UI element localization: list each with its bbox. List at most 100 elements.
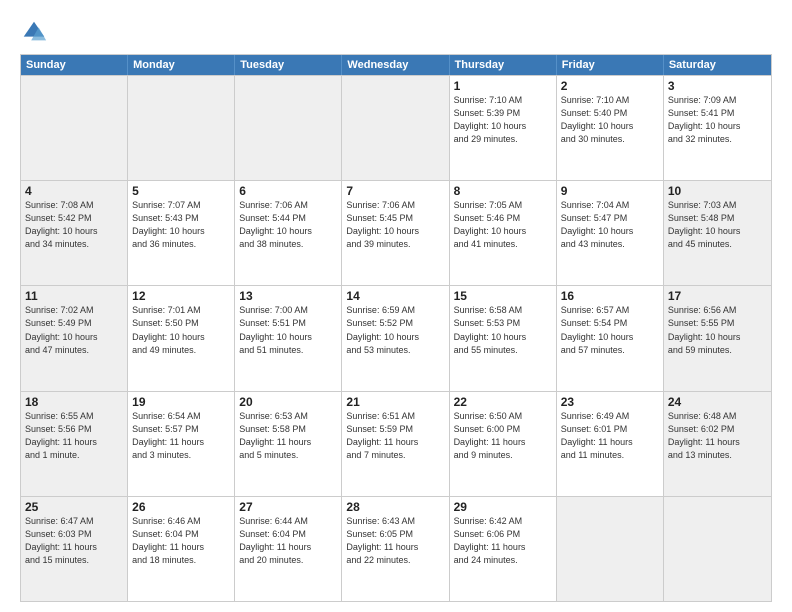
calendar-cell: 26Sunrise: 6:46 AM Sunset: 6:04 PM Dayli…: [128, 497, 235, 601]
day-number: 7: [346, 184, 444, 198]
day-info: Sunrise: 6:46 AM Sunset: 6:04 PM Dayligh…: [132, 515, 230, 567]
weekday-header-saturday: Saturday: [664, 55, 771, 75]
weekday-header-friday: Friday: [557, 55, 664, 75]
calendar-cell: 8Sunrise: 7:05 AM Sunset: 5:46 PM Daylig…: [450, 181, 557, 285]
calendar-cell: 20Sunrise: 6:53 AM Sunset: 5:58 PM Dayli…: [235, 392, 342, 496]
calendar-cell: 7Sunrise: 7:06 AM Sunset: 5:45 PM Daylig…: [342, 181, 449, 285]
day-info: Sunrise: 6:53 AM Sunset: 5:58 PM Dayligh…: [239, 410, 337, 462]
day-number: 28: [346, 500, 444, 514]
calendar-cell: 1Sunrise: 7:10 AM Sunset: 5:39 PM Daylig…: [450, 76, 557, 180]
day-number: 21: [346, 395, 444, 409]
day-number: 1: [454, 79, 552, 93]
day-info: Sunrise: 6:48 AM Sunset: 6:02 PM Dayligh…: [668, 410, 767, 462]
day-info: Sunrise: 7:00 AM Sunset: 5:51 PM Dayligh…: [239, 304, 337, 356]
calendar-cell: 21Sunrise: 6:51 AM Sunset: 5:59 PM Dayli…: [342, 392, 449, 496]
calendar-cell: 3Sunrise: 7:09 AM Sunset: 5:41 PM Daylig…: [664, 76, 771, 180]
day-number: 16: [561, 289, 659, 303]
day-info: Sunrise: 7:08 AM Sunset: 5:42 PM Dayligh…: [25, 199, 123, 251]
day-number: 18: [25, 395, 123, 409]
day-info: Sunrise: 6:55 AM Sunset: 5:56 PM Dayligh…: [25, 410, 123, 462]
page: SundayMondayTuesdayWednesdayThursdayFrid…: [0, 0, 792, 612]
day-info: Sunrise: 7:06 AM Sunset: 5:45 PM Dayligh…: [346, 199, 444, 251]
calendar-cell: 4Sunrise: 7:08 AM Sunset: 5:42 PM Daylig…: [21, 181, 128, 285]
day-info: Sunrise: 7:10 AM Sunset: 5:39 PM Dayligh…: [454, 94, 552, 146]
day-info: Sunrise: 6:51 AM Sunset: 5:59 PM Dayligh…: [346, 410, 444, 462]
day-info: Sunrise: 6:49 AM Sunset: 6:01 PM Dayligh…: [561, 410, 659, 462]
calendar-cell: 28Sunrise: 6:43 AM Sunset: 6:05 PM Dayli…: [342, 497, 449, 601]
day-number: 23: [561, 395, 659, 409]
day-number: 20: [239, 395, 337, 409]
day-number: 11: [25, 289, 123, 303]
day-number: 5: [132, 184, 230, 198]
calendar-cell: 19Sunrise: 6:54 AM Sunset: 5:57 PM Dayli…: [128, 392, 235, 496]
calendar-cell: 14Sunrise: 6:59 AM Sunset: 5:52 PM Dayli…: [342, 286, 449, 390]
logo-icon: [20, 18, 48, 46]
day-number: 14: [346, 289, 444, 303]
day-number: 10: [668, 184, 767, 198]
calendar: SundayMondayTuesdayWednesdayThursdayFrid…: [20, 54, 772, 602]
calendar-cell: [235, 76, 342, 180]
calendar-cell: 15Sunrise: 6:58 AM Sunset: 5:53 PM Dayli…: [450, 286, 557, 390]
day-number: 25: [25, 500, 123, 514]
day-number: 9: [561, 184, 659, 198]
calendar-week-1: 1Sunrise: 7:10 AM Sunset: 5:39 PM Daylig…: [21, 75, 771, 180]
day-info: Sunrise: 6:57 AM Sunset: 5:54 PM Dayligh…: [561, 304, 659, 356]
day-info: Sunrise: 6:43 AM Sunset: 6:05 PM Dayligh…: [346, 515, 444, 567]
day-number: 12: [132, 289, 230, 303]
calendar-cell: 23Sunrise: 6:49 AM Sunset: 6:01 PM Dayli…: [557, 392, 664, 496]
day-info: Sunrise: 7:01 AM Sunset: 5:50 PM Dayligh…: [132, 304, 230, 356]
calendar-week-3: 11Sunrise: 7:02 AM Sunset: 5:49 PM Dayli…: [21, 285, 771, 390]
day-info: Sunrise: 7:04 AM Sunset: 5:47 PM Dayligh…: [561, 199, 659, 251]
day-info: Sunrise: 6:47 AM Sunset: 6:03 PM Dayligh…: [25, 515, 123, 567]
calendar-header: SundayMondayTuesdayWednesdayThursdayFrid…: [21, 55, 771, 75]
calendar-cell: 5Sunrise: 7:07 AM Sunset: 5:43 PM Daylig…: [128, 181, 235, 285]
logo: [20, 18, 52, 46]
calendar-cell: 17Sunrise: 6:56 AM Sunset: 5:55 PM Dayli…: [664, 286, 771, 390]
weekday-header-wednesday: Wednesday: [342, 55, 449, 75]
day-info: Sunrise: 6:58 AM Sunset: 5:53 PM Dayligh…: [454, 304, 552, 356]
day-number: 4: [25, 184, 123, 198]
day-number: 8: [454, 184, 552, 198]
day-info: Sunrise: 6:59 AM Sunset: 5:52 PM Dayligh…: [346, 304, 444, 356]
calendar-cell: [664, 497, 771, 601]
day-info: Sunrise: 6:44 AM Sunset: 6:04 PM Dayligh…: [239, 515, 337, 567]
weekday-header-tuesday: Tuesday: [235, 55, 342, 75]
calendar-body: 1Sunrise: 7:10 AM Sunset: 5:39 PM Daylig…: [21, 75, 771, 601]
day-number: 29: [454, 500, 552, 514]
weekday-header-thursday: Thursday: [450, 55, 557, 75]
calendar-cell: [128, 76, 235, 180]
calendar-cell: 22Sunrise: 6:50 AM Sunset: 6:00 PM Dayli…: [450, 392, 557, 496]
weekday-header-sunday: Sunday: [21, 55, 128, 75]
calendar-cell: [21, 76, 128, 180]
day-info: Sunrise: 6:42 AM Sunset: 6:06 PM Dayligh…: [454, 515, 552, 567]
day-info: Sunrise: 7:02 AM Sunset: 5:49 PM Dayligh…: [25, 304, 123, 356]
day-number: 15: [454, 289, 552, 303]
day-number: 6: [239, 184, 337, 198]
calendar-cell: 24Sunrise: 6:48 AM Sunset: 6:02 PM Dayli…: [664, 392, 771, 496]
calendar-cell: 2Sunrise: 7:10 AM Sunset: 5:40 PM Daylig…: [557, 76, 664, 180]
day-number: 13: [239, 289, 337, 303]
calendar-week-2: 4Sunrise: 7:08 AM Sunset: 5:42 PM Daylig…: [21, 180, 771, 285]
calendar-cell: 11Sunrise: 7:02 AM Sunset: 5:49 PM Dayli…: [21, 286, 128, 390]
calendar-cell: 25Sunrise: 6:47 AM Sunset: 6:03 PM Dayli…: [21, 497, 128, 601]
day-info: Sunrise: 7:06 AM Sunset: 5:44 PM Dayligh…: [239, 199, 337, 251]
calendar-cell: 9Sunrise: 7:04 AM Sunset: 5:47 PM Daylig…: [557, 181, 664, 285]
day-info: Sunrise: 6:56 AM Sunset: 5:55 PM Dayligh…: [668, 304, 767, 356]
calendar-cell: 12Sunrise: 7:01 AM Sunset: 5:50 PM Dayli…: [128, 286, 235, 390]
day-number: 26: [132, 500, 230, 514]
calendar-cell: 18Sunrise: 6:55 AM Sunset: 5:56 PM Dayli…: [21, 392, 128, 496]
day-number: 19: [132, 395, 230, 409]
calendar-cell: 10Sunrise: 7:03 AM Sunset: 5:48 PM Dayli…: [664, 181, 771, 285]
day-number: 22: [454, 395, 552, 409]
calendar-cell: [557, 497, 664, 601]
day-number: 3: [668, 79, 767, 93]
day-info: Sunrise: 7:07 AM Sunset: 5:43 PM Dayligh…: [132, 199, 230, 251]
day-info: Sunrise: 7:03 AM Sunset: 5:48 PM Dayligh…: [668, 199, 767, 251]
day-number: 17: [668, 289, 767, 303]
day-info: Sunrise: 7:10 AM Sunset: 5:40 PM Dayligh…: [561, 94, 659, 146]
day-info: Sunrise: 7:09 AM Sunset: 5:41 PM Dayligh…: [668, 94, 767, 146]
header: [20, 18, 772, 46]
day-number: 24: [668, 395, 767, 409]
calendar-cell: 27Sunrise: 6:44 AM Sunset: 6:04 PM Dayli…: [235, 497, 342, 601]
calendar-cell: [342, 76, 449, 180]
